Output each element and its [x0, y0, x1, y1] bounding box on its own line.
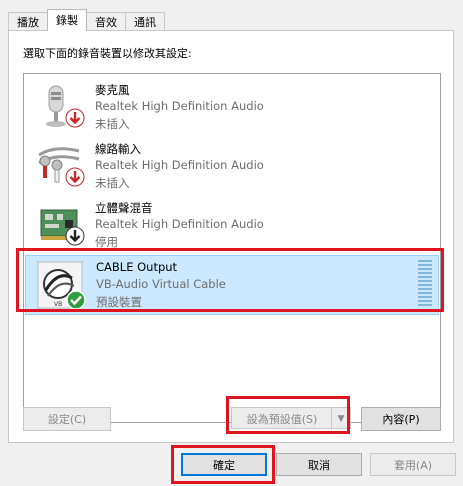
device-description: Realtek High Definition Audio	[95, 99, 264, 113]
instruction-text: 選取下面的錄音裝置以修改其設定:	[23, 47, 192, 60]
down-arrow-badge-icon	[65, 108, 85, 128]
highlight-box-set-default	[226, 396, 350, 434]
device-status: 未插入	[95, 176, 130, 190]
device-item-microphone[interactable]: 麥克風 Realtek High Definition Audio 未插入	[25, 78, 439, 136]
device-item-line-in[interactable]: 線路輸入 Realtek High Definition Audio 未插入	[25, 137, 439, 195]
disabled-down-arrow-icon	[65, 226, 85, 246]
cancel-button[interactable]: 取消	[276, 453, 362, 476]
down-arrow-badge-icon	[65, 167, 85, 187]
device-name: 立體聲混音	[95, 201, 153, 215]
properties-button[interactable]: 內容(P)	[361, 407, 441, 431]
device-description: Realtek High Definition Audio	[95, 158, 264, 172]
highlight-box-selected-device	[16, 248, 444, 312]
tab-playback[interactable]: 播放	[8, 12, 48, 31]
highlight-box-ok	[171, 445, 275, 484]
tab-communications[interactable]: 通訊	[125, 12, 165, 31]
tab-recording[interactable]: 錄製	[47, 9, 87, 31]
tab-sounds[interactable]: 音效	[86, 12, 126, 31]
device-name: 麥克風	[95, 83, 130, 97]
device-name: 線路輸入	[95, 142, 141, 156]
apply-button[interactable]: 套用(A)	[370, 453, 456, 476]
device-description: Realtek High Definition Audio	[95, 217, 264, 231]
configure-button[interactable]: 設定(C)	[23, 407, 111, 431]
device-item-stereo-mix[interactable]: 立體聲混音 Realtek High Definition Audio 停用	[25, 196, 439, 254]
tab-panel: 選取下面的錄音裝置以修改其設定: 麥克風 Realtek High Defini…	[8, 30, 454, 443]
device-status: 未插入	[95, 117, 130, 131]
tab-strip: 播放 錄製 音效 通訊	[8, 9, 165, 31]
